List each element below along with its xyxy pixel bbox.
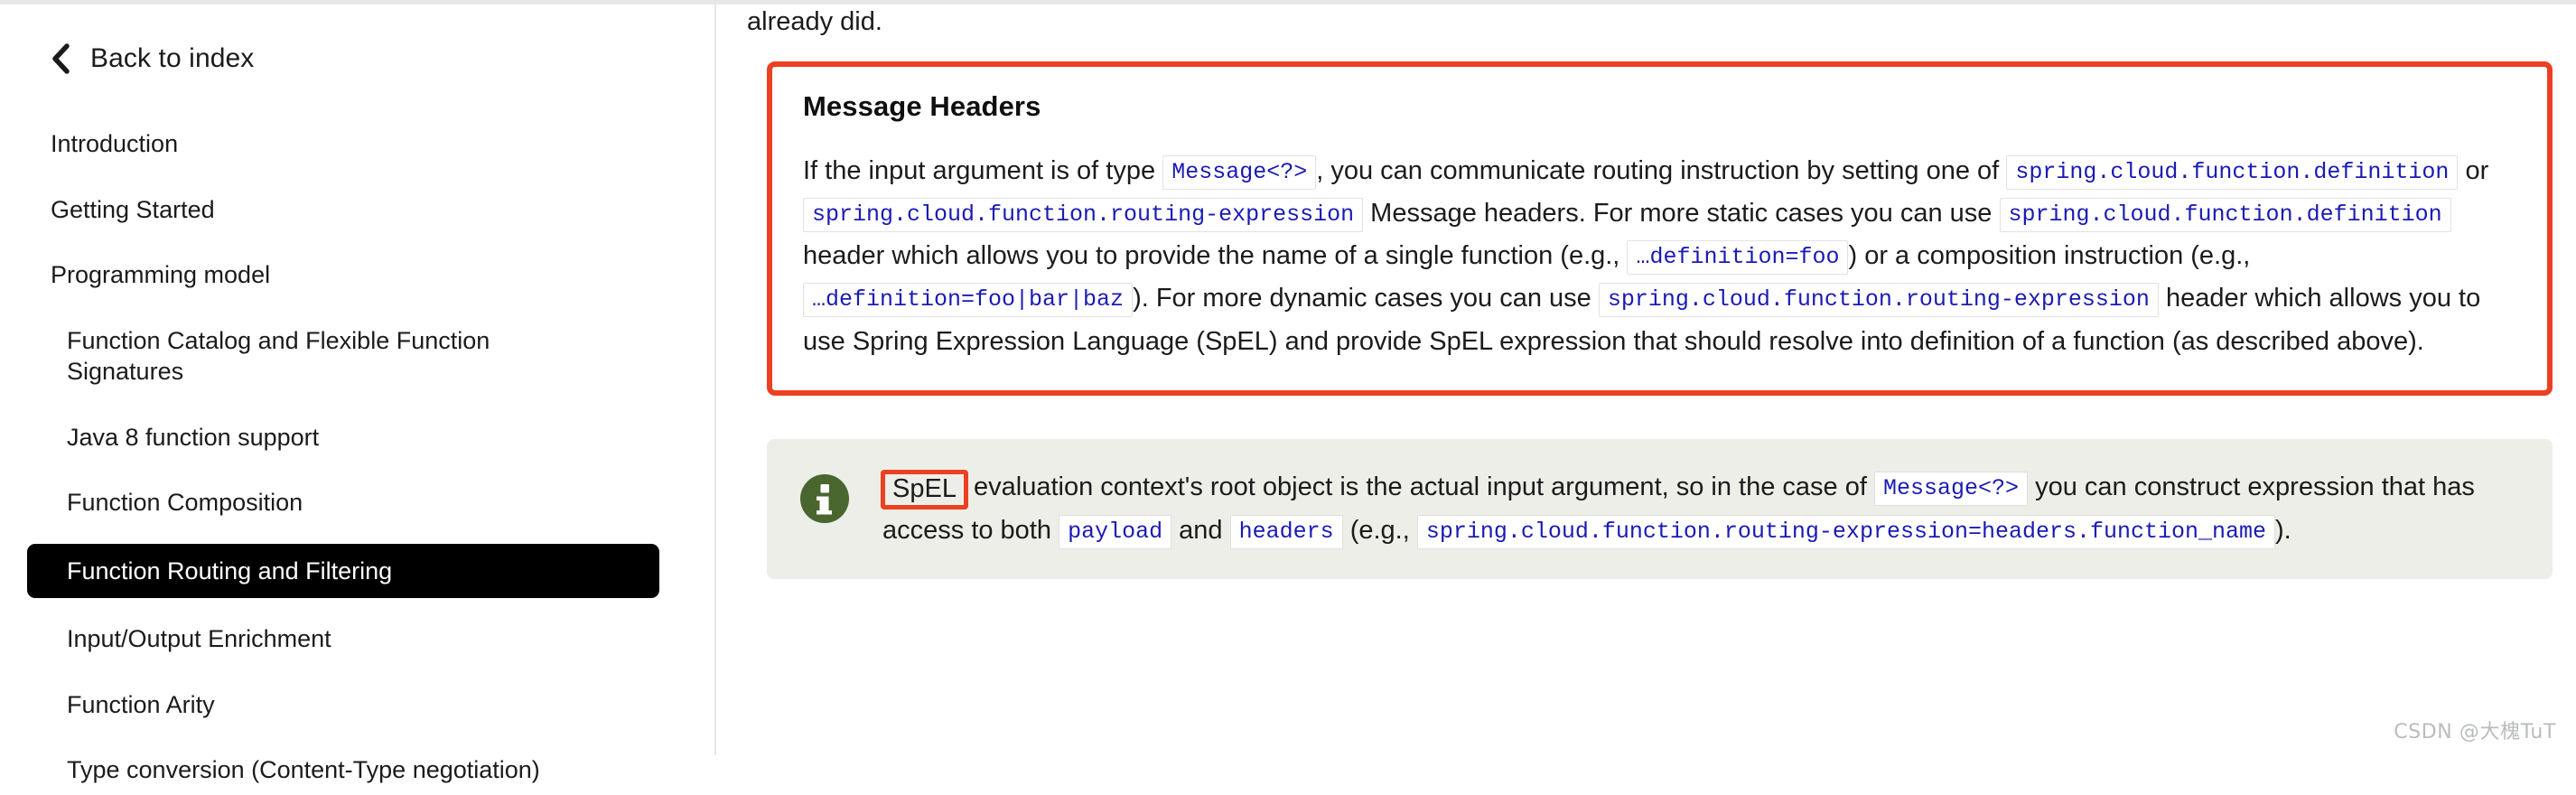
note-text-4: (e.g.,: [1349, 516, 1410, 546]
sidebar-item-function-arity[interactable]: Function Arity: [0, 680, 632, 730]
sidebar-item-function-composition[interactable]: Function Composition: [0, 478, 632, 528]
back-to-index-link[interactable]: Back to index: [0, 43, 714, 74]
preceding-paragraph-fragment: already did.: [747, 7, 882, 36]
code-definition-foo-bar-baz: …definition=foo|bar|baz: [803, 283, 1134, 318]
info-note-box: SpEL evaluation context's root object is…: [767, 438, 2553, 580]
paragraph-text-7: ). For more dynamic cases you can use: [1133, 284, 1591, 313]
sidebar-item-input-output-enrichment[interactable]: Input/Output Enrichment: [0, 614, 632, 664]
code-function-definition-2: spring.cloud.function.definition: [1999, 197, 2451, 232]
code-routing-expression-1: spring.cloud.function.routing-expression: [803, 197, 1364, 232]
sidebar-item-introduction[interactable]: Introduction: [0, 119, 714, 169]
sidebar-item-list: Introduction Getting Started Programming…: [0, 119, 714, 795]
note-text-3: and: [1179, 516, 1223, 546]
code-routing-expression-headers-function-name: spring.cloud.function.routing-expression…: [1416, 515, 2276, 550]
message-headers-paragraph: If the input argument is of type Message…: [803, 150, 2516, 363]
csdn-watermark: CSDN @大槐TuT: [2394, 721, 2556, 744]
code-routing-expression-2: spring.cloud.function.routing-expression: [1598, 283, 2159, 318]
code-message-type-note: Message<?>: [1873, 471, 2029, 506]
chevron-left-icon: [51, 43, 70, 74]
message-headers-callout: Message Headers If the input argument is…: [767, 61, 2553, 396]
paragraph-text-3: or: [2465, 155, 2489, 185]
sidebar-item-function-routing-and-filtering[interactable]: Function Routing and Filtering: [27, 543, 659, 599]
code-definition-foo: …definition=foo: [1627, 240, 1849, 276]
paragraph-text-5: header which allows you to provide the n…: [803, 241, 1620, 271]
code-payload: payload: [1059, 515, 1172, 550]
sidebar-item-getting-started[interactable]: Getting Started: [0, 185, 714, 235]
sidebar-item-programming-model[interactable]: Programming model: [0, 250, 714, 300]
paragraph-text-6: ) or a composition instruction (e.g.,: [1848, 241, 2251, 271]
code-headers: headers: [1229, 515, 1343, 550]
note-text-1: evaluation context's root object is the …: [974, 472, 1867, 501]
sidebar-item-type-conversion[interactable]: Type conversion (Content-Type negotiatio…: [0, 745, 632, 795]
code-message-type: Message<?>: [1162, 154, 1317, 190]
spel-highlight-box: SpEL: [881, 469, 968, 510]
note-text-5: ).: [2275, 516, 2291, 546]
back-to-index-label: Back to index: [90, 43, 255, 73]
paragraph-text-4: Message headers. For more static cases y…: [1370, 198, 1993, 228]
sidebar-navigation: Back to index Introduction Getting Start…: [0, 0, 716, 783]
documentation-page: Back to index Introduction Getting Start…: [0, 0, 2576, 783]
sidebar-item-function-catalog[interactable]: Function Catalog and Flexible Function S…: [0, 316, 632, 397]
main-content: already did. Message Headers If the inpu…: [716, 0, 2576, 755]
sidebar-item-java-8-function-support[interactable]: Java 8 function support: [0, 413, 632, 463]
window-top-edge: [0, 0, 2576, 5]
paragraph-text-1: If the input argument is of type: [803, 155, 1156, 185]
info-note-text: SpEL evaluation context's root object is…: [881, 466, 2516, 553]
paragraph-text-2: , you can communicate routing instructio…: [1316, 155, 2000, 185]
section-heading-message-headers: Message Headers: [803, 89, 1041, 122]
info-icon: [799, 473, 850, 524]
code-function-definition-1: spring.cloud.function.definition: [2006, 154, 2459, 190]
